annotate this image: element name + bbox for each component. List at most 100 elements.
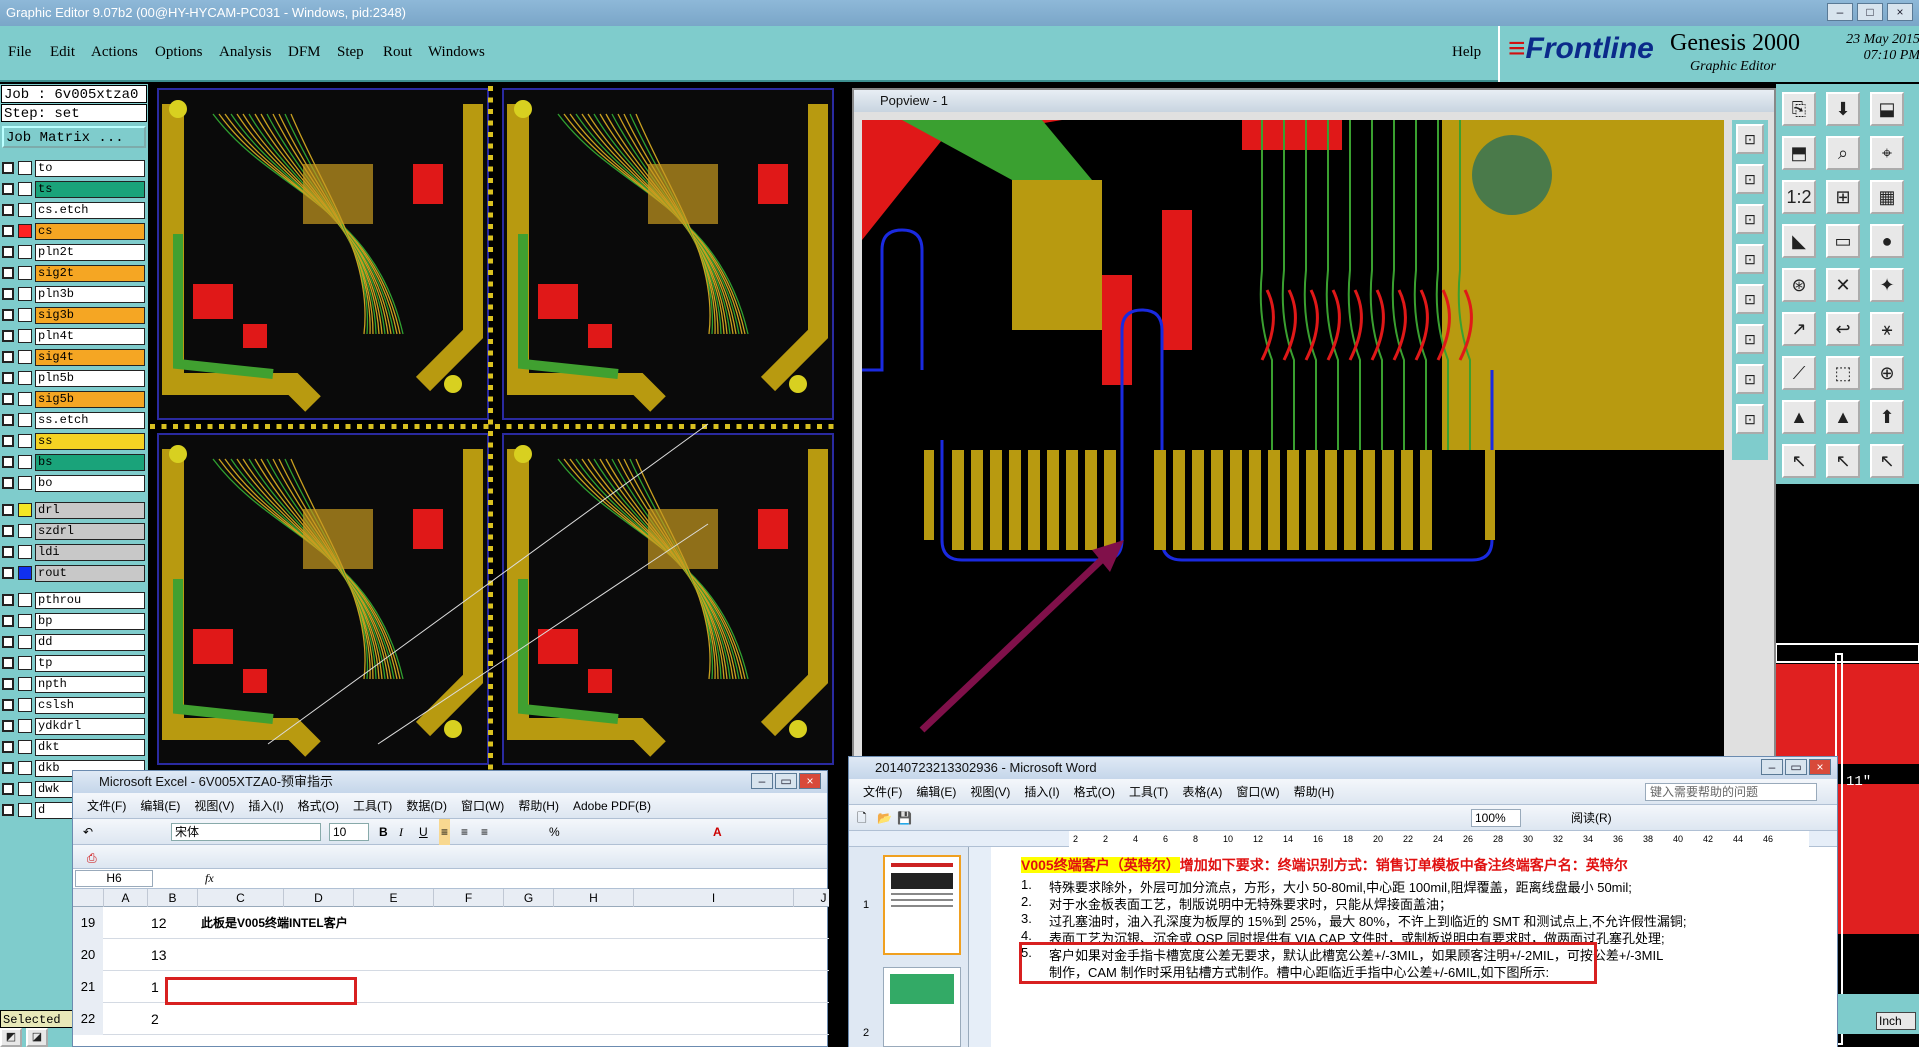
layer-checkbox[interactable] [2,615,14,627]
layer-name[interactable]: ts [35,181,145,198]
column-header[interactable]: A [103,889,147,907]
cell-b[interactable]: 13 [151,939,167,971]
menu-analysis[interactable]: Analysis [219,44,272,61]
menu-dfm[interactable]: DFM [288,44,321,61]
row-header[interactable]: 20 [73,939,103,971]
layer-row[interactable]: ss [2,431,148,452]
layer-row[interactable]: bo [2,473,148,494]
cell-b[interactable]: 2 [151,1003,159,1035]
column-header[interactable]: I [633,889,793,907]
help-search-input[interactable]: 键入需要帮助的问题 [1645,783,1817,801]
layer-row[interactable]: rout [2,563,148,584]
reading-mode-button[interactable]: 阅读(R) [1571,805,1612,831]
layer-checkbox[interactable] [2,657,14,669]
layer-color-swatch[interactable] [18,566,32,580]
font-size-select[interactable]: 10 [329,823,369,841]
popview-tool-icon[interactable]: ⊡ [1736,204,1764,234]
excel-minimize-button[interactable]: – [751,773,773,789]
tool-button-icon[interactable]: ⬓ [1870,92,1904,126]
layer-checkbox[interactable] [2,225,14,237]
popview-tool-icon[interactable]: ⊡ [1736,404,1764,434]
tool-button-icon[interactable]: ⌕ [1826,136,1860,170]
excel-menu-item[interactable]: 帮助(H) [518,793,559,819]
name-box[interactable]: H6 [75,870,153,887]
job-matrix-button[interactable]: Job Matrix ... [2,126,146,148]
font-select[interactable]: 宋体 [171,823,321,841]
tool-button-icon[interactable]: ✕ [1826,268,1860,302]
layer-color-swatch[interactable] [18,677,32,691]
tool-button-icon[interactable]: ◣ [1782,224,1816,258]
layer-name[interactable]: tp [35,655,145,672]
menu-step[interactable]: Step [337,44,364,61]
row-header[interactable]: 19 [73,907,103,939]
tool-button-icon[interactable]: ⬆ [1870,400,1904,434]
tool-button-icon[interactable]: ▦ [1870,180,1904,214]
layer-name[interactable]: ss [35,433,145,450]
layer-checkbox[interactable] [2,477,14,489]
popview-tool-icon[interactable]: ⊡ [1736,124,1764,154]
menu-file[interactable]: File [8,44,31,61]
tool-button-icon[interactable]: ↖ [1826,444,1860,478]
word-menu-item[interactable]: 表格(A) [1182,779,1222,805]
layer-name[interactable]: to [35,160,145,177]
layer-name[interactable]: sig2t [35,265,145,282]
layer-checkbox[interactable] [2,504,14,516]
layer-name[interactable]: sig4t [35,349,145,366]
layer-row[interactable]: pln4t [2,326,148,347]
layer-name[interactable]: cslsh [35,697,145,714]
tool-icon[interactable]: ◪ [26,1028,48,1047]
excel-menu-item[interactable]: 插入(I) [248,793,283,819]
column-header[interactable]: D [283,889,353,907]
maximize-button[interactable]: □ [1857,3,1883,21]
layer-color-swatch[interactable] [18,761,32,775]
layer-name[interactable]: bp [35,613,145,630]
word-close-button[interactable]: × [1809,759,1831,775]
bold-icon[interactable]: B [379,819,388,845]
word-minimize-button[interactable]: – [1761,759,1783,775]
align-right-icon[interactable]: ≡ [481,819,488,845]
row-header[interactable]: 22 [73,1003,103,1035]
layer-color-swatch[interactable] [18,545,32,559]
layer-checkbox[interactable] [2,414,14,426]
cell-b[interactable]: 1 [151,971,159,1003]
tool-button-icon[interactable]: ↖ [1782,444,1816,478]
layer-row[interactable]: to [2,158,148,179]
tool-button-icon[interactable]: ⊞ [1826,180,1860,214]
layer-row[interactable]: bs [2,452,148,473]
layer-color-swatch[interactable] [18,371,32,385]
layer-name[interactable]: pln5b [35,370,145,387]
layer-row[interactable]: pln3b [2,284,148,305]
layer-checkbox[interactable] [2,678,14,690]
layer-checkbox[interactable] [2,162,14,174]
layer-row[interactable]: cs [2,221,148,242]
layer-checkbox[interactable] [2,783,14,795]
column-header[interactable]: B [147,889,197,907]
layer-color-swatch[interactable] [18,182,32,196]
layer-color-swatch[interactable] [18,635,32,649]
layer-row[interactable]: ldi [2,542,148,563]
layer-checkbox[interactable] [2,720,14,732]
layer-checkbox[interactable] [2,246,14,258]
layer-name[interactable]: pln3b [35,286,145,303]
word-menu-item[interactable]: 帮助(H) [1294,779,1335,805]
table-row[interactable]: 20 13 [73,939,829,971]
layer-color-swatch[interactable] [18,803,32,817]
tool-button-icon[interactable]: ⊛ [1782,268,1816,302]
tool-button-icon[interactable]: 1:2 [1782,180,1816,214]
layer-row[interactable]: pthrou [2,590,148,611]
popview-tool-icon[interactable]: ⊡ [1736,324,1764,354]
menu-options[interactable]: Options [155,44,203,61]
excel-menu-item[interactable]: Adobe PDF(B) [573,793,651,819]
layer-color-swatch[interactable] [18,503,32,517]
layer-checkbox[interactable] [2,183,14,195]
layer-color-swatch[interactable] [18,266,32,280]
menu-rout[interactable]: Rout [383,44,412,61]
layer-name[interactable]: npth [35,676,145,693]
layer-name[interactable]: bs [35,454,145,471]
layer-row[interactable]: pln5b [2,368,148,389]
layer-name[interactable]: cs.etch [35,202,145,219]
cell-c[interactable]: 此板是V005终端INTEL客户 [201,907,348,939]
layer-row[interactable]: sig5b [2,389,148,410]
menu-edit[interactable]: Edit [50,44,75,61]
layer-checkbox[interactable] [2,435,14,447]
